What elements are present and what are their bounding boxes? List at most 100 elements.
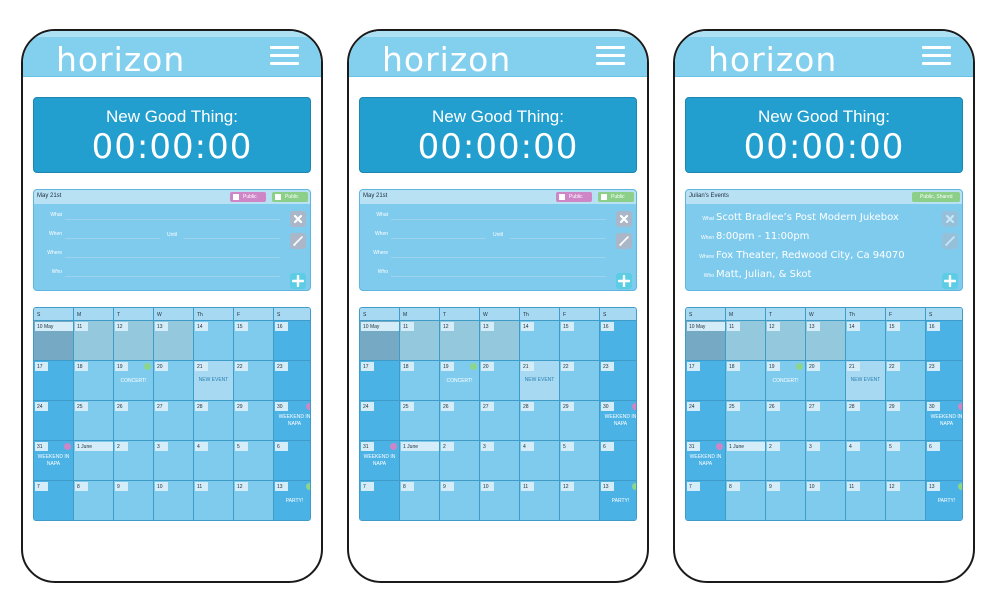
calendar-day-cell[interactable]: 4 bbox=[520, 441, 560, 481]
calendar-day-cell[interactable]: 21 NEW EVENT bbox=[846, 361, 886, 401]
calendar-event-label[interactable]: NEW EVENT bbox=[520, 377, 559, 384]
calendar-day-cell[interactable]: 27 bbox=[154, 401, 194, 441]
calendar-day-cell[interactable]: 22 bbox=[234, 361, 274, 401]
calendar-day-cell[interactable]: 3 bbox=[806, 441, 846, 481]
field-where[interactable]: Where Fox Theater, Redwood City, Ca 94070 bbox=[686, 248, 932, 262]
calendar-day-cell[interactable]: 12 bbox=[886, 481, 926, 520]
calendar-day-cell[interactable]: 19 CONCERT! bbox=[440, 361, 480, 401]
add-event-button[interactable] bbox=[942, 273, 958, 289]
calendar-event-label[interactable]: WEEKEND IN NAPA bbox=[34, 454, 73, 468]
calendar-day-cell[interactable]: 3 bbox=[154, 441, 194, 481]
calendar-day-cell[interactable]: 22 bbox=[886, 361, 926, 401]
calendar-day-cell[interactable]: 2 bbox=[766, 441, 806, 481]
calendar-day-cell[interactable]: 9 bbox=[766, 481, 806, 520]
delete-event-button[interactable] bbox=[942, 211, 958, 227]
calendar-event-label[interactable]: CONCERT! bbox=[440, 378, 479, 385]
calendar-event-label[interactable]: WEEKEND IN NAPA bbox=[926, 414, 962, 428]
calendar-day-cell[interactable]: 24 bbox=[360, 401, 400, 441]
calendar-day-cell[interactable]: 15 bbox=[560, 321, 600, 361]
calendar-day-cell[interactable]: 10 bbox=[480, 481, 520, 520]
field-who[interactable]: Who bbox=[360, 267, 606, 281]
calendar-day-cell[interactable]: 8 bbox=[74, 481, 114, 520]
field-who[interactable]: Who bbox=[34, 267, 280, 281]
calendar-day-cell[interactable]: 29 bbox=[234, 401, 274, 441]
calendar-day-cell[interactable]: 3 bbox=[480, 441, 520, 481]
hamburger-menu-icon[interactable] bbox=[596, 46, 625, 66]
calendar-event-label[interactable]: WEEKEND IN NAPA bbox=[686, 454, 725, 468]
good-thing-timer[interactable]: New Good Thing: 00:00:00 bbox=[685, 97, 963, 173]
shared-toggle[interactable]: Public bbox=[272, 192, 308, 202]
calendar-day-cell[interactable]: 12 bbox=[766, 321, 806, 361]
edit-event-button[interactable] bbox=[616, 233, 632, 249]
calendar-day-cell[interactable]: 12 bbox=[560, 481, 600, 520]
calendar-day-cell[interactable]: 9 bbox=[114, 481, 154, 520]
calendar-day-cell[interactable]: 29 bbox=[560, 401, 600, 441]
calendar-day-cell[interactable]: 9 bbox=[440, 481, 480, 520]
calendar-day-cell[interactable]: 15 bbox=[234, 321, 274, 361]
calendar-day-cell[interactable]: 29 bbox=[886, 401, 926, 441]
public-toggle[interactable]: Public bbox=[230, 192, 266, 202]
calendar-day-cell[interactable]: 19 CONCERT! bbox=[766, 361, 806, 401]
calendar-day-cell[interactable]: 1 June bbox=[726, 441, 766, 481]
calendar-day-cell[interactable]: 20 bbox=[806, 361, 846, 401]
calendar-event-label[interactable]: NEW EVENT bbox=[194, 377, 233, 384]
calendar-day-cell[interactable]: 17 bbox=[34, 361, 74, 401]
field-when[interactable]: When 8:00pm - 11:00pm bbox=[686, 229, 932, 243]
calendar-event-label[interactable]: CONCERT! bbox=[766, 378, 805, 385]
calendar-day-cell[interactable]: 10 May bbox=[686, 321, 726, 361]
hamburger-menu-icon[interactable] bbox=[270, 46, 299, 66]
calendar-day-cell[interactable]: 18 bbox=[400, 361, 440, 401]
calendar-day-cell[interactable]: 28 bbox=[846, 401, 886, 441]
calendar-day-cell[interactable]: 12 bbox=[440, 321, 480, 361]
calendar-day-cell[interactable]: 18 bbox=[726, 361, 766, 401]
add-event-button[interactable] bbox=[616, 273, 632, 289]
calendar-day-cell[interactable]: 7 bbox=[34, 481, 74, 520]
shared-toggle[interactable]: Public bbox=[598, 192, 634, 202]
field-when[interactable]: When Until bbox=[34, 229, 280, 243]
visibility-badge[interactable]: Public, Shared bbox=[912, 192, 960, 202]
calendar-day-cell[interactable]: 22 bbox=[560, 361, 600, 401]
calendar-day-cell[interactable]: 11 bbox=[74, 321, 114, 361]
calendar-event-label[interactable]: WEEKEND IN NAPA bbox=[360, 454, 399, 468]
calendar-day-cell[interactable]: 13 PARTY! bbox=[600, 481, 636, 520]
calendar-day-cell[interactable]: 28 bbox=[520, 401, 560, 441]
calendar-day-cell[interactable]: 13 PARTY! bbox=[926, 481, 962, 520]
calendar-day-cell[interactable]: 11 bbox=[400, 321, 440, 361]
good-thing-timer[interactable]: New Good Thing: 00:00:00 bbox=[33, 97, 311, 173]
field-where[interactable]: Where bbox=[360, 248, 606, 262]
calendar-day-cell[interactable]: 26 bbox=[114, 401, 154, 441]
calendar-day-cell[interactable]: 25 bbox=[74, 401, 114, 441]
field-where[interactable]: Where bbox=[34, 248, 280, 262]
calendar-day-cell[interactable]: 7 bbox=[360, 481, 400, 520]
calendar-day-cell[interactable]: 31 WEEKEND IN NAPA bbox=[686, 441, 726, 481]
calendar-day-cell[interactable]: 30 WEEKEND IN NAPA bbox=[274, 401, 310, 441]
calendar-day-cell[interactable]: 14 bbox=[520, 321, 560, 361]
calendar-day-cell[interactable]: 11 bbox=[726, 321, 766, 361]
calendar-day-cell[interactable]: 10 May bbox=[34, 321, 74, 361]
calendar-day-cell[interactable]: 11 bbox=[846, 481, 886, 520]
calendar-day-cell[interactable]: 13 bbox=[154, 321, 194, 361]
calendar-event-label[interactable]: CONCERT! bbox=[114, 378, 153, 385]
calendar-day-cell[interactable]: 10 bbox=[154, 481, 194, 520]
calendar-day-cell[interactable]: 23 bbox=[274, 361, 310, 401]
calendar-day-cell[interactable]: 25 bbox=[400, 401, 440, 441]
delete-event-button[interactable] bbox=[290, 211, 306, 227]
calendar-day-cell[interactable]: 26 bbox=[766, 401, 806, 441]
calendar-event-label[interactable]: WEEKEND IN NAPA bbox=[600, 414, 636, 428]
calendar-day-cell[interactable]: 11 bbox=[520, 481, 560, 520]
hamburger-menu-icon[interactable] bbox=[922, 46, 951, 66]
calendar-day-cell[interactable]: 31 WEEKEND IN NAPA bbox=[360, 441, 400, 481]
calendar-day-cell[interactable]: 5 bbox=[234, 441, 274, 481]
calendar-day-cell[interactable]: 27 bbox=[806, 401, 846, 441]
calendar-day-cell[interactable]: 15 bbox=[886, 321, 926, 361]
calendar-day-cell[interactable]: 13 bbox=[480, 321, 520, 361]
calendar-day-cell[interactable]: 27 bbox=[480, 401, 520, 441]
calendar-day-cell[interactable]: 16 bbox=[926, 321, 962, 361]
edit-event-button[interactable] bbox=[290, 233, 306, 249]
calendar-day-cell[interactable]: 25 bbox=[726, 401, 766, 441]
calendar-day-cell[interactable]: 2 bbox=[114, 441, 154, 481]
calendar-day-cell[interactable]: 24 bbox=[34, 401, 74, 441]
calendar-day-cell[interactable]: 11 bbox=[194, 481, 234, 520]
calendar-day-cell[interactable]: 8 bbox=[726, 481, 766, 520]
calendar-day-cell[interactable]: 7 bbox=[686, 481, 726, 520]
